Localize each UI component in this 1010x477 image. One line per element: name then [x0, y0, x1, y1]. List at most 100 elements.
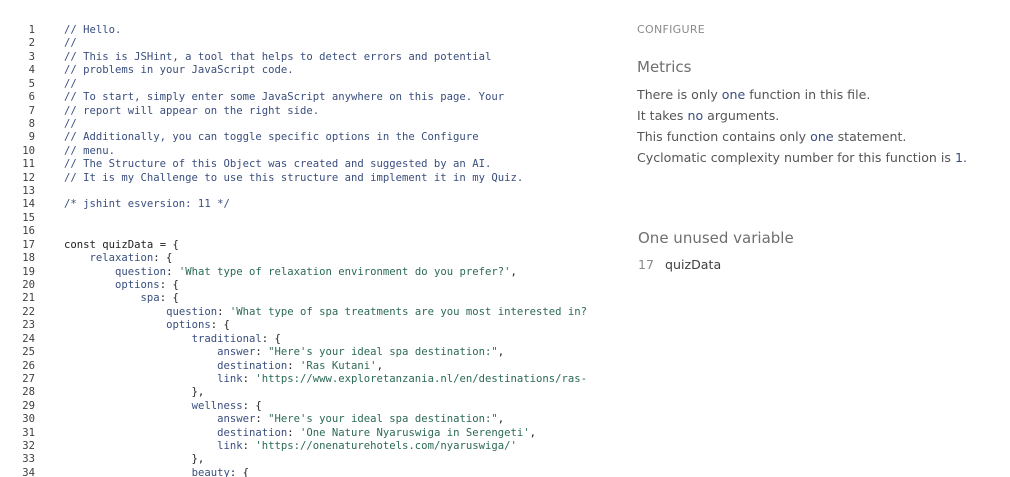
code-text: wellness: {: [64, 400, 618, 413]
unused-variable-name: quizData: [665, 257, 722, 272]
code-line[interactable]: 8 //: [0, 118, 618, 131]
code-line[interactable]: 1 // Hello.: [0, 24, 618, 37]
code-token: 'One Nature Nyaruswiga in Serengeti': [300, 426, 530, 439]
line-number: 18: [22, 252, 35, 265]
line-number: 12: [22, 171, 35, 184]
code-line[interactable]: 11 // The Structure of this Object was cr…: [0, 158, 618, 171]
code-line[interactable]: 7 // report will appear on the right side…: [0, 105, 618, 118]
code-text: // problems in your JavaScript code.: [64, 64, 618, 77]
line-number: 8: [28, 117, 35, 130]
code-editor[interactable]: 1 // Hello. 2 // 3 // This is JSHint, a tool …: [0, 0, 618, 477]
code-token: // menu.: [64, 144, 116, 157]
code-line[interactable]: 29 wellness: {: [0, 400, 618, 413]
code-line[interactable]: 31 destination: 'One Nature Nyaruswiga i…: [0, 427, 618, 440]
code-token: /* jshint esversion: 11 */: [64, 198, 230, 211]
line-number: 19: [22, 265, 35, 278]
code-line[interactable]: 10 // menu.: [0, 145, 618, 158]
code-line[interactable]: 21 spa: {: [0, 292, 618, 305]
code-text: question: 'What type of relaxation envir…: [64, 266, 618, 279]
unused-variable-line-number[interactable]: 17: [638, 257, 665, 272]
code-line[interactable]: 18 relaxation: {: [0, 252, 618, 265]
code-text: },: [64, 386, 618, 399]
code-line[interactable]: 14 /* jshint esversion: 11 */: [0, 198, 618, 211]
code-token: :: [287, 426, 301, 439]
code-token: question: [115, 265, 167, 278]
code-text: spa: {: [64, 292, 618, 305]
code-token: traditional: [191, 332, 262, 345]
code-token: options: [166, 319, 211, 332]
unused-variable-item[interactable]: 17 quizData: [638, 257, 721, 272]
metric-arguments: It takes no arguments.: [637, 108, 779, 123]
code-line[interactable]: 24 traditional: {: [0, 333, 618, 346]
code-line[interactable]: 16: [0, 225, 618, 238]
metric-statements: This function contains only one statemen…: [637, 129, 906, 144]
code-line[interactable]: 17 const quizData = {: [0, 239, 618, 252]
code-token: link: [217, 440, 243, 453]
line-number: 33: [22, 453, 35, 466]
code-line[interactable]: 3 // This is JSHint, a tool that helps to…: [0, 51, 618, 64]
code-line[interactable]: 2 //: [0, 37, 618, 50]
line-number: 1: [28, 24, 35, 36]
code-line[interactable]: 32 link: 'https://onenaturehotels.com/ny…: [0, 440, 618, 453]
code-line[interactable]: 22 question: 'What type of spa treatment…: [0, 306, 618, 319]
code-line[interactable]: 19 question: 'What type of relaxation en…: [0, 266, 618, 279]
line-number: 6: [28, 91, 35, 104]
code-line[interactable]: 15: [0, 212, 618, 225]
code-line[interactable]: 25 answer: "Here's your ideal spa destin…: [0, 346, 618, 359]
code-token: // This is JSHint, a tool that helps to …: [64, 50, 492, 63]
code-token: // Additionally, you can toggle specific…: [64, 131, 479, 144]
line-number: 32: [22, 440, 35, 453]
code-text: /* jshint esversion: 11 */: [64, 198, 618, 211]
line-number: 14: [22, 198, 35, 211]
code-text: // report will appear on the right side.: [64, 105, 618, 118]
code-token: // report will appear on the right side.: [64, 104, 320, 117]
configure-menu-button[interactable]: CONFIGURE: [637, 23, 705, 36]
code-line[interactable]: 9 // Additionally, you can toggle specifi…: [0, 131, 618, 144]
code-text: relaxation: {: [64, 252, 618, 265]
code-text: options: {: [64, 279, 618, 292]
code-line[interactable]: 23 options: {: [0, 319, 618, 332]
code-line[interactable]: 33 },: [0, 453, 618, 466]
line-number: 2: [28, 37, 35, 50]
line-number: 31: [22, 426, 35, 439]
line-number: 21: [22, 292, 35, 305]
code-line[interactable]: 13: [0, 185, 618, 198]
code-token: // problems in your JavaScript code.: [64, 64, 294, 77]
code-line[interactable]: 26 destination: 'Ras Kutani',: [0, 360, 618, 373]
code-token: destination: [217, 359, 288, 372]
code-text: beauty: {: [64, 467, 618, 477]
code-line[interactable]: 30 answer: "Here's your ideal spa destin…: [0, 413, 618, 426]
line-number: 23: [22, 319, 35, 332]
code-line[interactable]: 12 // It is my Challenge to use this stru…: [0, 172, 618, 185]
code-text: // It is my Challenge to use this struct…: [64, 172, 618, 185]
code-token: relaxation: [89, 252, 154, 265]
code-text: destination: 'Ras Kutani',: [64, 360, 618, 373]
code-token: "Here's your ideal spa destination:": [268, 346, 498, 359]
code-token: beauty: [191, 466, 230, 477]
code-text: // Hello.: [64, 24, 618, 37]
code-token: : {: [153, 252, 173, 265]
code-token: ,: [529, 426, 537, 439]
line-number: 11: [22, 158, 35, 171]
code-text: //: [64, 118, 618, 131]
code-text: // This is JSHint, a tool that helps to …: [64, 51, 618, 64]
metric-value: 1: [954, 150, 963, 165]
code-line[interactable]: 28 },: [0, 386, 618, 399]
code-line[interactable]: 5 //: [0, 78, 618, 91]
jshint-page: 1 // Hello. 2 // 3 // This is JSHint, a tool …: [0, 0, 1010, 477]
code-line[interactable]: 20 options: {: [0, 279, 618, 292]
code-line[interactable]: 6 // To start, simply enter some JavaScri…: [0, 91, 618, 104]
code-token: 'https://onenaturehotels.com/nyaruswiga/…: [255, 440, 517, 453]
code-line[interactable]: 34 beauty: {: [0, 467, 618, 477]
metric-text: There is only: [637, 87, 722, 102]
code-line[interactable]: 4 // problems in your JavaScript code.: [0, 64, 618, 77]
code-line[interactable]: 27 link: 'https://www.exploretanzania.nl…: [0, 373, 618, 386]
